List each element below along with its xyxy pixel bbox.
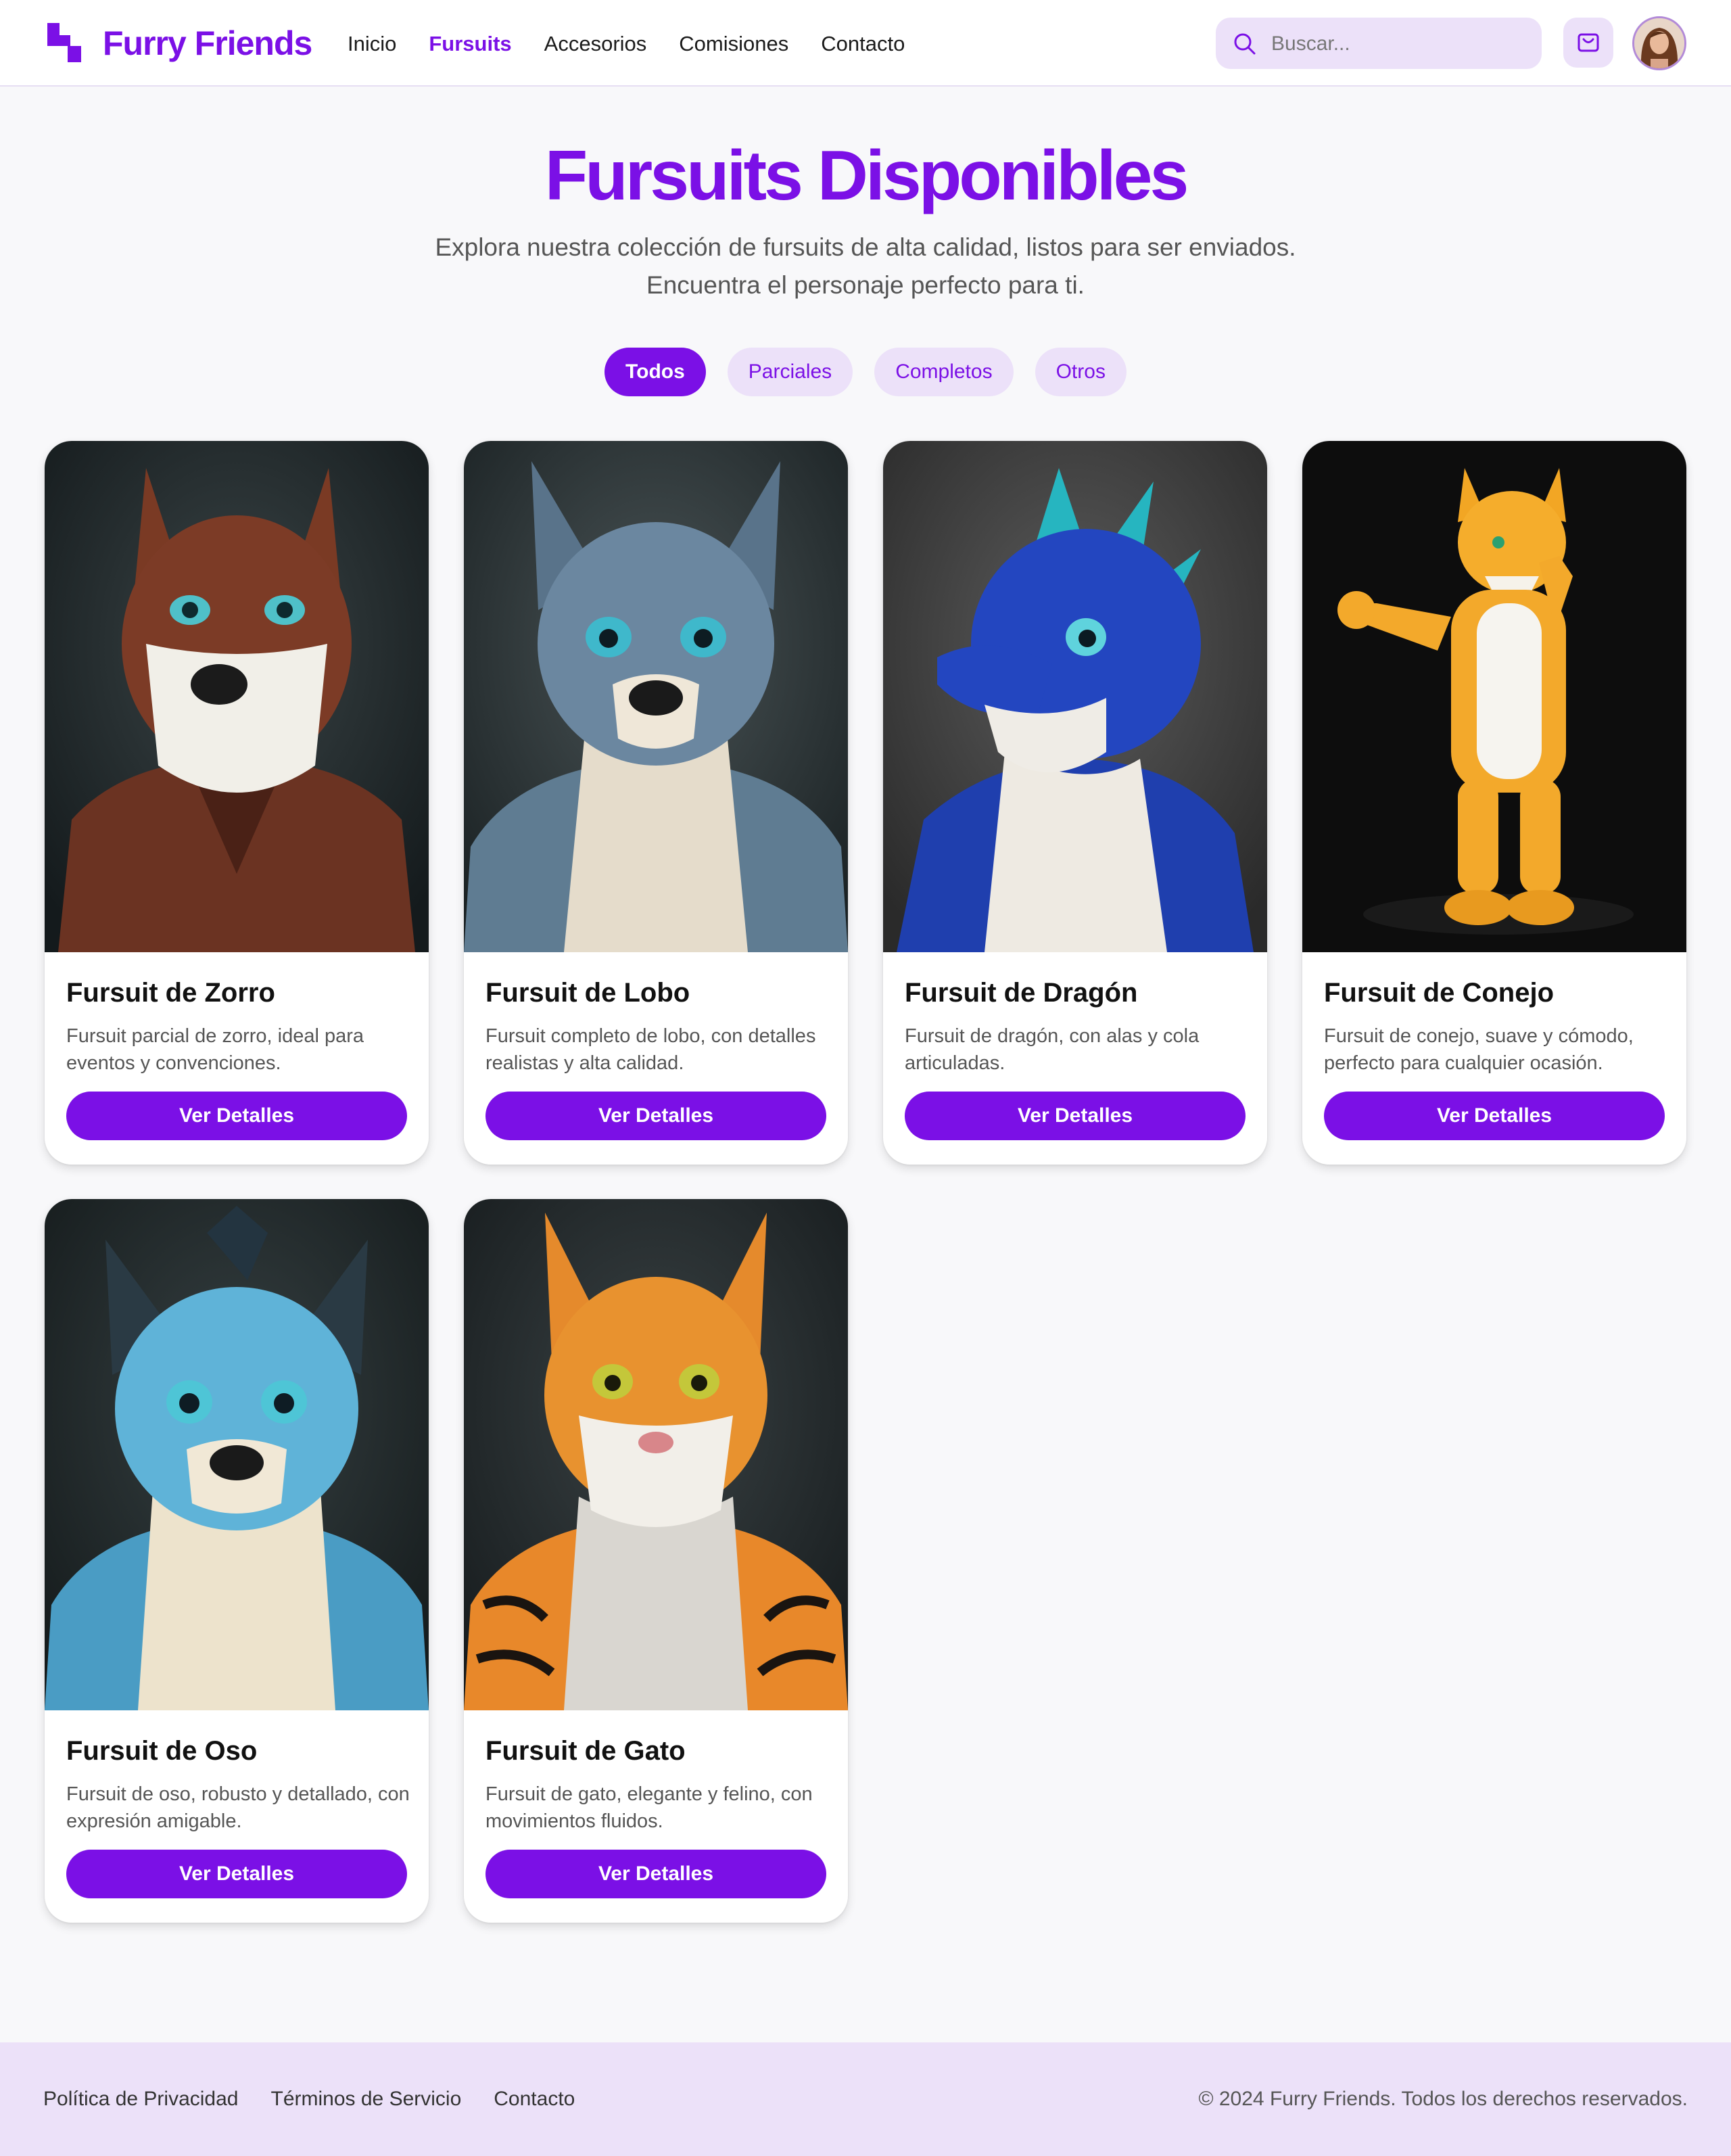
top-header: Furry Friends Inicio Fursuits Accesorios… xyxy=(0,0,1731,87)
view-details-button[interactable]: Ver Detalles xyxy=(1324,1092,1665,1140)
page-subtitle: Explora nuestra colección de fursuits de… xyxy=(392,229,1339,304)
brand-name[interactable]: Furry Friends xyxy=(103,23,312,64)
footer-link-privacy[interactable]: Política de Privacidad xyxy=(43,2084,239,2114)
product-description: Fursuit de conejo, suave y cómodo, perfe… xyxy=(1324,1025,1634,1074)
nav-fursuits[interactable]: Fursuits xyxy=(429,30,511,58)
view-details-button[interactable]: Ver Detalles xyxy=(905,1092,1246,1140)
footer-link-terms[interactable]: Términos de Servicio xyxy=(271,2084,462,2114)
filter-bar: Todos Parciales Completos Otros xyxy=(0,348,1731,396)
product-card[interactable]: Fursuit de Zorro Fursuit parcial de zorr… xyxy=(45,441,429,1165)
page-footer: Política de Privacidad Términos de Servi… xyxy=(0,2042,1731,2156)
product-title: Fursuit de Oso xyxy=(66,1736,258,1766)
view-details-button[interactable]: Ver Detalles xyxy=(66,1850,407,1898)
filter-parciales[interactable]: Parciales xyxy=(727,348,853,396)
product-image-oso[interactable] xyxy=(45,1199,429,1710)
shopping-bag-icon xyxy=(1578,33,1599,52)
cart-button[interactable] xyxy=(1563,18,1613,68)
nav-accesorios[interactable]: Accesorios xyxy=(544,30,647,58)
product-description: Fursuit de dragón, con alas y cola artic… xyxy=(905,1025,1200,1074)
filter-otros[interactable]: Otros xyxy=(1035,348,1127,396)
product-title: Fursuit de Dragón xyxy=(905,978,1138,1008)
product-image-dragon[interactable] xyxy=(883,441,1267,952)
product-title: Fursuit de Zorro xyxy=(66,978,275,1008)
product-card[interactable]: Fursuit de Oso Fursuit de oso, robusto y… xyxy=(45,1199,429,1923)
nav-contacto[interactable]: Contacto xyxy=(821,30,905,58)
main-nav: Inicio Fursuits Accesorios Comisiones Co… xyxy=(348,30,937,58)
product-card[interactable]: Fursuit de Gato Fursuit de gato, elegant… xyxy=(464,1199,848,1923)
product-card[interactable]: Fursuit de Conejo Fursuit de conejo, sua… xyxy=(1302,441,1686,1165)
subtitle-line-1: Explora nuestra colección de fursuits de… xyxy=(435,233,1296,261)
filter-completos[interactable]: Completos xyxy=(874,348,1014,396)
product-image-gato[interactable] xyxy=(464,1199,848,1710)
view-details-button[interactable]: Ver Detalles xyxy=(485,1092,826,1140)
product-title: Fursuit de Lobo xyxy=(485,978,690,1008)
product-description: Fursuit de oso, robusto y detallado, con… xyxy=(66,1783,410,1832)
nav-inicio[interactable]: Inicio xyxy=(348,30,396,58)
view-details-button[interactable]: Ver Detalles xyxy=(66,1092,407,1140)
search-input[interactable] xyxy=(1270,27,1530,61)
page-title: Fursuits Disponibles xyxy=(544,137,1189,215)
product-description: Fursuit de gato, elegante y felino, con … xyxy=(485,1783,813,1832)
search-icon xyxy=(1234,33,1256,55)
product-image-lobo[interactable] xyxy=(464,441,848,952)
product-card[interactable]: Fursuit de Dragón Fursuit de dragón, con… xyxy=(883,441,1267,1165)
footer-link-contact[interactable]: Contacto xyxy=(494,2084,575,2114)
filter-todos[interactable]: Todos xyxy=(604,348,706,396)
footer-links: Política de Privacidad Términos de Servi… xyxy=(43,2084,607,2114)
product-card[interactable]: Fursuit de Lobo Fursuit completo de lobo… xyxy=(464,441,848,1165)
search-box xyxy=(1216,18,1542,69)
product-title: Fursuit de Gato xyxy=(485,1736,686,1766)
product-image-zorro[interactable] xyxy=(45,441,429,952)
view-details-button[interactable]: Ver Detalles xyxy=(485,1850,826,1898)
product-image-conejo[interactable] xyxy=(1302,441,1686,952)
user-avatar[interactable] xyxy=(1632,16,1686,70)
product-description: Fursuit parcial de zorro, ideal para eve… xyxy=(66,1025,364,1074)
product-title: Fursuit de Conejo xyxy=(1324,978,1554,1008)
product-description: Fursuit completo de lobo, con detalles r… xyxy=(485,1025,816,1074)
copyright-text: © 2024 Furry Friends. Todos los derechos… xyxy=(1198,2088,1688,2110)
nav-comisiones[interactable]: Comisiones xyxy=(679,30,788,58)
subtitle-line-2: Encuentra el personaje perfecto para ti. xyxy=(646,271,1085,299)
brand-logo-icon[interactable] xyxy=(47,23,81,62)
